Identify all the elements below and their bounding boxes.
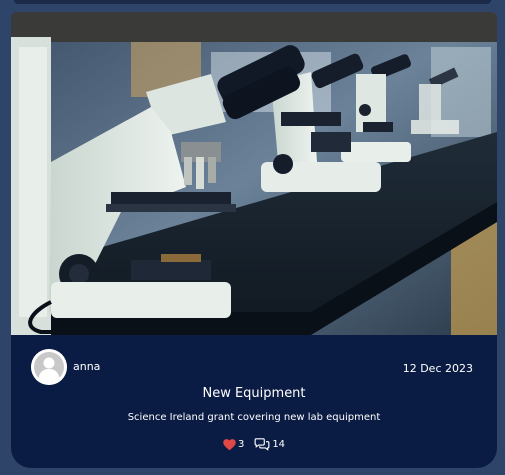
author-name[interactable]: anna bbox=[73, 360, 100, 373]
user-avatar-icon[interactable] bbox=[31, 349, 67, 385]
post-title[interactable]: New Equipment bbox=[11, 386, 497, 401]
top-edge bbox=[14, 0, 491, 4]
comments-button[interactable]: 14 bbox=[254, 438, 285, 451]
post-date: 12 Dec 2023 bbox=[402, 362, 473, 375]
comments-icon bbox=[254, 438, 270, 451]
like-button[interactable]: 3 bbox=[223, 438, 245, 451]
comment-count: 14 bbox=[272, 439, 286, 450]
post-image[interactable] bbox=[11, 12, 497, 335]
post-card[interactable]: anna 12 Dec 2023 New Equipment Science I… bbox=[11, 12, 497, 468]
like-count: 3 bbox=[237, 439, 245, 450]
post-stats: 3 14 bbox=[11, 438, 497, 451]
heart-icon bbox=[223, 438, 236, 450]
post-description: Science Ireland grant covering new lab e… bbox=[127, 412, 381, 423]
